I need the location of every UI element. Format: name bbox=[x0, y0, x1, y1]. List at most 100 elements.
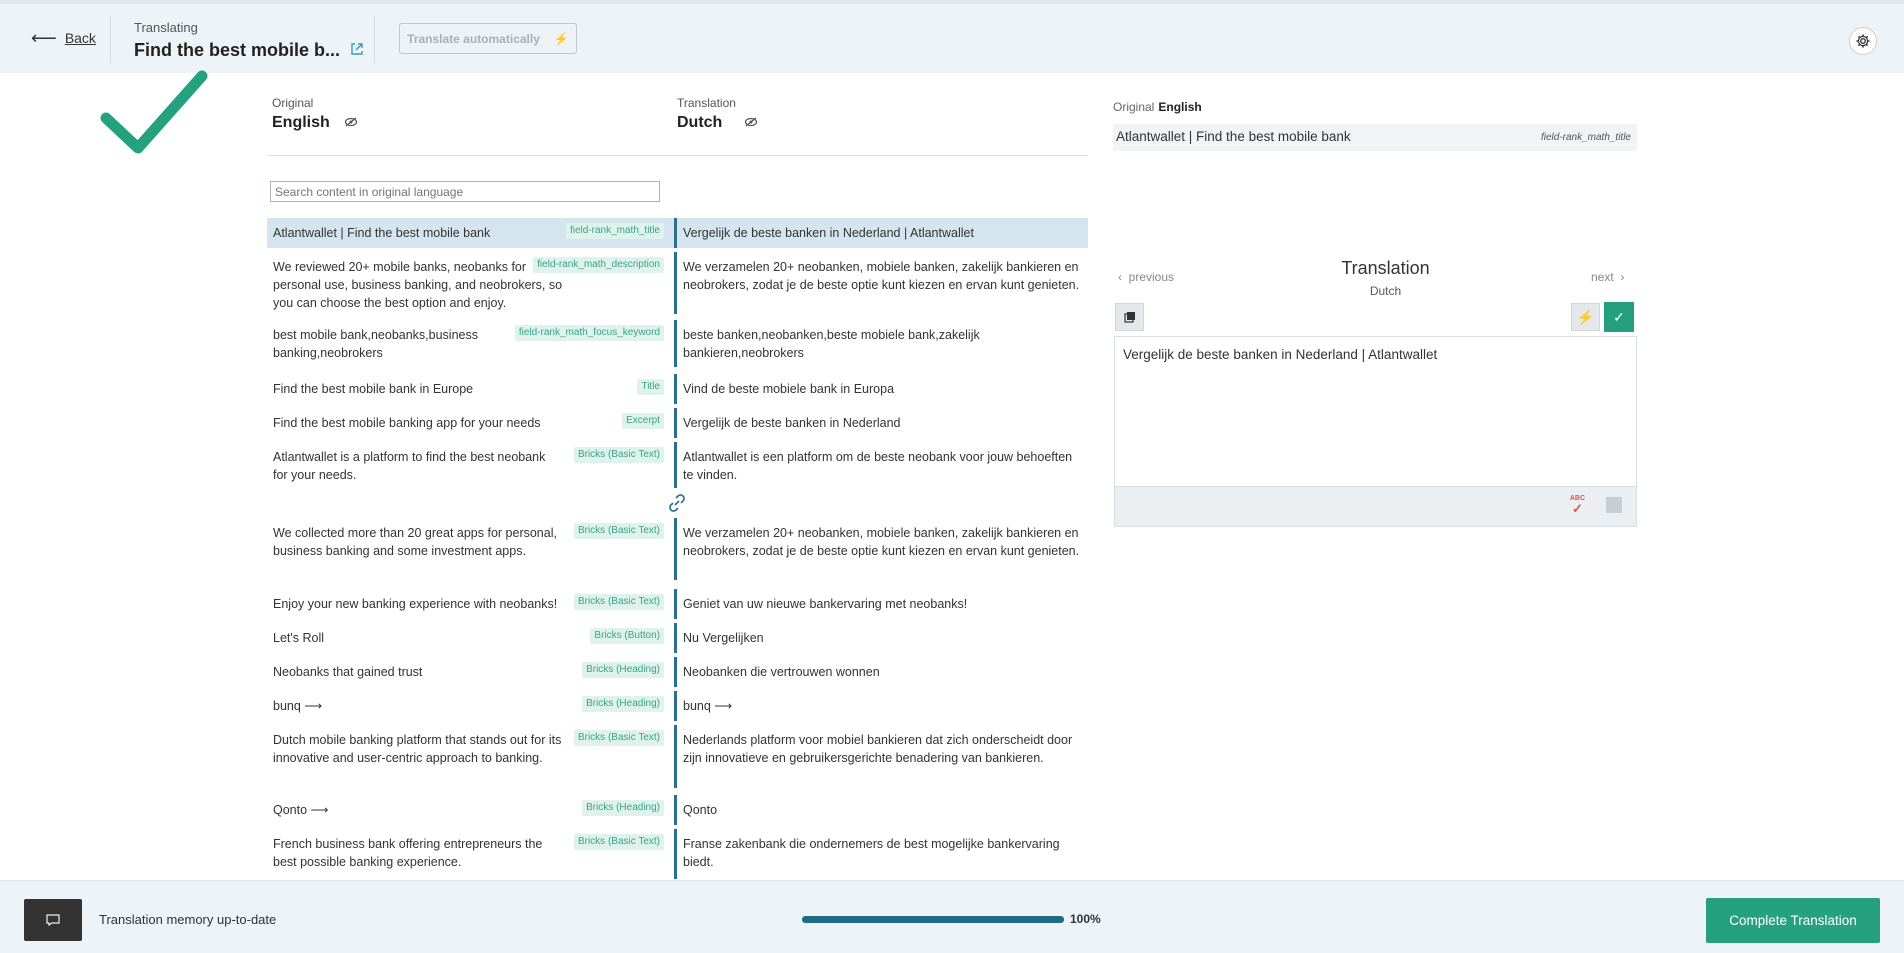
segment-translation: Vind de beste mobiele bank in Europa bbox=[683, 382, 895, 396]
eye-slash-icon[interactable] bbox=[344, 116, 358, 130]
settings-button[interactable] bbox=[1849, 27, 1877, 55]
segment-tag: Bricks (Basic Text) bbox=[573, 730, 664, 746]
segment-row[interactable]: bunq ⟶ Bricks (Heading) bunq ⟶ bbox=[267, 691, 1088, 721]
segment-translation: Vergelijk de beste banken in Nederland |… bbox=[683, 226, 974, 240]
previous-button[interactable]: ‹ previous bbox=[1118, 270, 1174, 284]
original-lang-label: English bbox=[272, 114, 330, 131]
segment-row[interactable]: Find the best mobile banking app for you… bbox=[267, 408, 1088, 438]
link-icon[interactable] bbox=[666, 492, 688, 519]
translation-editor[interactable]: Vergelijk de beste banken in Nederland |… bbox=[1114, 336, 1637, 486]
segment-original: bunq ⟶ bbox=[273, 699, 323, 713]
translation-lang: Dutch bbox=[1369, 284, 1402, 298]
segment-row[interactable]: French business bank offering entreprene… bbox=[267, 829, 1088, 879]
segment-bar bbox=[674, 725, 677, 788]
eye-slash-icon[interactable] bbox=[744, 116, 758, 130]
right-original-small: Original bbox=[1113, 100, 1155, 114]
segment-tag: Bricks (Heading) bbox=[582, 800, 664, 816]
segment-row[interactable]: Atlantwallet is a platform to find the b… bbox=[267, 442, 1088, 488]
check-icon: ✓ bbox=[1613, 308, 1625, 325]
previous-label: previous bbox=[1128, 270, 1175, 284]
editor-toolbar: ABC ✓ bbox=[1114, 486, 1637, 527]
segment-original: We reviewed 20+ mobile banks, neobanks f… bbox=[273, 260, 563, 310]
segment-bar bbox=[674, 408, 677, 438]
divider bbox=[267, 155, 1088, 156]
segment-translation: Vergelijk de beste banken in Nederland bbox=[683, 416, 901, 430]
segment-tag: Bricks (Basic Text) bbox=[573, 594, 664, 610]
progress-fill bbox=[802, 916, 1064, 923]
right-original-lang: English bbox=[1158, 100, 1202, 114]
translation-small-label: Translation bbox=[677, 96, 736, 110]
lightning-icon: ⚡ bbox=[553, 31, 569, 46]
check-mark-icon bbox=[100, 70, 208, 154]
progress-label: 100% bbox=[1070, 912, 1101, 926]
original-small-label: Original bbox=[272, 96, 314, 110]
original-text-box: Atlantwallet | Find the best mobile bank… bbox=[1113, 124, 1637, 151]
next-button[interactable]: next › bbox=[1591, 270, 1624, 284]
segment-bar bbox=[674, 252, 677, 314]
back-link[interactable]: ⟵ Back bbox=[31, 28, 96, 48]
segment-original: Qonto ⟶ bbox=[273, 803, 329, 817]
segment-original: Let's Roll bbox=[273, 631, 325, 645]
segment-row[interactable]: Let's Roll Bricks (Button) Nu Vergelijke… bbox=[267, 623, 1088, 653]
external-link-icon[interactable] bbox=[350, 42, 364, 59]
divider bbox=[110, 16, 111, 63]
segment-translation: Qonto bbox=[683, 803, 718, 817]
tm-status: Translation memory up-to-date bbox=[99, 912, 277, 927]
segment-row[interactable]: We reviewed 20+ mobile banks, neobanks f… bbox=[267, 252, 1088, 314]
spellcheck-icon[interactable]: ABC ✓ bbox=[1570, 495, 1585, 515]
segment-translation: We verzamelen 20+ neobanken, mobiele ban… bbox=[683, 260, 1080, 292]
segment-row[interactable]: Enjoy your new banking experience with n… bbox=[267, 589, 1088, 619]
segment-bar bbox=[674, 623, 677, 653]
segment-original: Dutch mobile banking platform that stand… bbox=[273, 733, 562, 765]
progress-bar bbox=[802, 916, 1064, 923]
segment-row[interactable]: Find the best mobile bank in Europe Titl… bbox=[267, 374, 1088, 404]
translation-memory-button[interactable] bbox=[24, 899, 82, 941]
segment-original: Find the best mobile banking app for you… bbox=[273, 416, 541, 430]
translate-automatically-button[interactable]: Translate automatically ⚡ bbox=[399, 23, 577, 54]
search-input[interactable] bbox=[270, 181, 660, 202]
original-field-tag: field-rank_math_title bbox=[1540, 132, 1631, 143]
complete-translation-button[interactable]: Complete Translation bbox=[1706, 898, 1880, 943]
translation-lang: Dutch bbox=[677, 114, 758, 132]
segment-tag: Bricks (Button) bbox=[590, 628, 664, 644]
image-icon[interactable] bbox=[1606, 497, 1622, 513]
segment-tag: field-rank_math_description bbox=[533, 257, 664, 273]
segment-row[interactable]: Qonto ⟶ Bricks (Heading) Qonto bbox=[267, 795, 1088, 825]
back-label: Back bbox=[64, 30, 96, 46]
segment-translation: bunq ⟶ bbox=[683, 699, 733, 713]
next-label: next bbox=[1591, 270, 1614, 284]
segment-row[interactable]: Dutch mobile banking platform that stand… bbox=[267, 725, 1088, 788]
segment-bar bbox=[674, 374, 677, 404]
segment-translation: We verzamelen 20+ neobanken, mobiele ban… bbox=[683, 526, 1080, 558]
segment-translation: Geniet van uw nieuwe bankervaring met ne… bbox=[683, 597, 968, 611]
segment-bar bbox=[674, 829, 677, 879]
segment-translation: beste banken,neobanken,beste mobiele ban… bbox=[683, 328, 980, 360]
segment-translation: Nu Vergelijken bbox=[683, 631, 764, 645]
translating-label: Translating bbox=[134, 20, 198, 35]
auto-translate-segment-button[interactable]: ⚡ bbox=[1571, 303, 1600, 331]
original-text: Atlantwallet | Find the best mobile bank bbox=[1116, 129, 1351, 144]
bottom-bar: Translation memory up-to-date 100% Compl… bbox=[0, 880, 1904, 953]
segment-original: Enjoy your new banking experience with n… bbox=[273, 597, 558, 611]
original-lang: English bbox=[272, 114, 358, 132]
segment-translation: Franse zakenbank die ondernemers de best… bbox=[683, 837, 1060, 869]
translation-lang-label: Dutch bbox=[677, 114, 723, 131]
segment-row[interactable]: Neobanks that gained trust Bricks (Headi… bbox=[267, 657, 1088, 687]
segment-row[interactable]: best mobile bank,neobanks,business banki… bbox=[267, 320, 1088, 367]
translation-column-header: Translation Dutch bbox=[677, 96, 758, 132]
arrow-left-icon: ⟵ bbox=[31, 28, 57, 48]
segment-row[interactable]: Atlantwallet | Find the best mobile bank… bbox=[267, 218, 1088, 248]
segment-tag: field-rank_math_title bbox=[565, 223, 664, 239]
right-original-label: Original English bbox=[1113, 100, 1202, 114]
segment-tag: Bricks (Basic Text) bbox=[573, 523, 664, 539]
page-title-text: Find the best mobile b... bbox=[134, 40, 341, 60]
segment-original: French business bank offering entreprene… bbox=[273, 837, 543, 869]
confirm-translation-button[interactable]: ✓ bbox=[1604, 302, 1634, 332]
top-bar: ⟵ Back Translating Find the best mobile … bbox=[0, 0, 1904, 73]
translation-title: Translation bbox=[1341, 258, 1430, 278]
copy-original-button[interactable] bbox=[1115, 303, 1144, 331]
segment-tag: Bricks (Heading) bbox=[582, 696, 664, 712]
segment-bar bbox=[674, 691, 677, 721]
segment-tag: Bricks (Basic Text) bbox=[573, 834, 664, 850]
segment-row[interactable]: We collected more than 20 great apps for… bbox=[267, 518, 1088, 580]
